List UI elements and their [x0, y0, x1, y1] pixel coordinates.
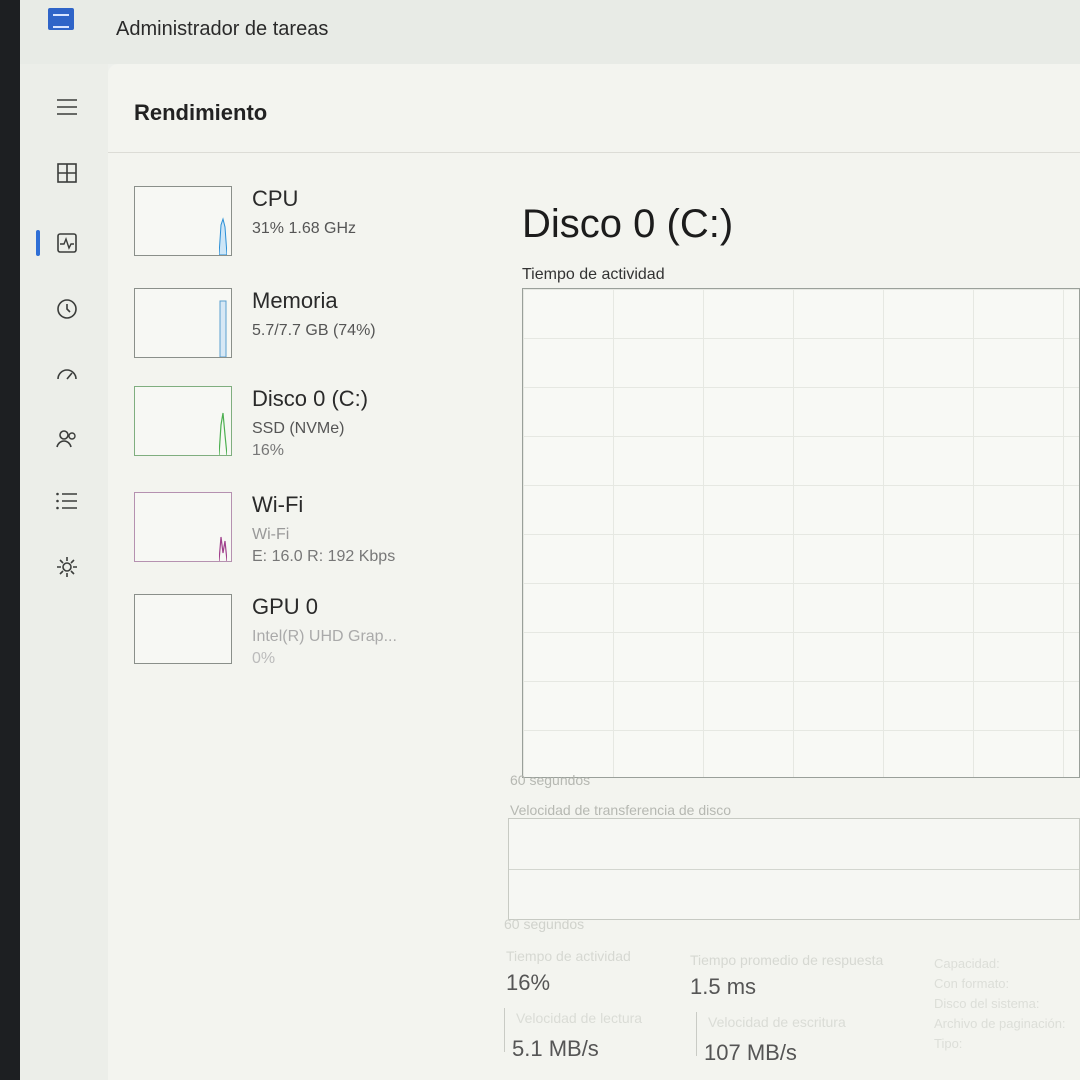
stat-separator: [504, 1008, 505, 1052]
activity-graph: [522, 288, 1080, 778]
stat-separator: [696, 1012, 697, 1056]
activity-graph-label: Tiempo de actividad: [522, 266, 665, 283]
page-title: Rendimiento: [134, 100, 268, 125]
wifi-label: Wi-Fi: [252, 492, 304, 517]
menu-icon[interactable]: [50, 90, 84, 124]
stat-active-time-label: Tiempo de actividad: [506, 948, 631, 964]
stat-read-speed-label: Velocidad de lectura: [516, 1010, 643, 1026]
detail-title: Disco 0 (C:): [522, 202, 734, 246]
gpu-model: Intel(R) UHD Grap...: [252, 628, 397, 645]
resource-disk[interactable]: Disco 0 (C:) SSD (NVMe) 16%: [134, 386, 464, 466]
processes-icon[interactable]: [50, 156, 84, 190]
active-nav-indicator: [36, 230, 40, 256]
resource-gpu[interactable]: GPU 0 Intel(R) UHD Grap... 0%: [134, 594, 464, 674]
wifi-sparkline: [219, 536, 227, 561]
info-capacity-label: Capacidad:: [934, 956, 1000, 971]
transfer-rate-graph: [508, 818, 1080, 920]
disk-info-panel: Capacidad: Con formato: Disco del sistem…: [934, 954, 1080, 1054]
details-icon[interactable]: [50, 484, 84, 518]
app-history-icon[interactable]: [50, 292, 84, 326]
startup-icon[interactable]: [50, 358, 84, 392]
memory-thumbnail-graph: [134, 288, 232, 358]
stat-write-speed-value: 107 MB/s: [704, 1040, 797, 1065]
cpu-thumbnail-graph: [134, 186, 232, 256]
transfer-graph-label: Velocidad de transferencia de disco: [510, 802, 732, 818]
disk-type: SSD (NVMe): [252, 420, 345, 437]
stat-response-time-label: Tiempo promedio de respuesta: [690, 952, 884, 968]
cpu-label: CPU: [252, 186, 299, 211]
info-system-disk-label: Disco del sistema:: [934, 996, 1040, 1011]
memory-usage: 5.7/7.7 GB (74%): [252, 322, 376, 339]
wifi-adapter: Wi-Fi: [252, 526, 290, 543]
gpu-thumbnail-graph: [134, 594, 232, 664]
disk-label: Disco 0 (C:): [252, 386, 369, 411]
disk-thumbnail-graph: [134, 386, 232, 456]
info-type-label: Tipo:: [934, 1036, 963, 1051]
window-title: Administrador de tareas: [116, 18, 329, 40]
wifi-thumbnail-graph: [134, 492, 232, 562]
resource-memory[interactable]: Memoria 5.7/7.7 GB (74%): [134, 288, 464, 368]
performance-page: Rendimiento CPU 31% 1.68 GHz Memoria 5.7…: [108, 64, 1080, 1080]
resource-cpu[interactable]: CPU 31% 1.68 GHz: [134, 186, 464, 266]
stat-read-speed-value: 5.1 MB/s: [512, 1036, 599, 1061]
transfer-time-span: 60 segundos: [504, 916, 585, 932]
disk-sparkline: [219, 412, 227, 455]
navigation-sidebar: [20, 64, 108, 1080]
stat-write-speed-label: Velocidad de escritura: [708, 1014, 846, 1030]
disk-usage: 16%: [252, 442, 285, 459]
users-icon[interactable]: [50, 422, 84, 456]
info-formatted-label: Con formato:: [934, 976, 1010, 991]
header-divider: [108, 152, 1080, 153]
stat-active-time-value: 16%: [506, 970, 551, 995]
services-icon[interactable]: [50, 550, 84, 584]
title-bar: Administrador de tareas: [20, 0, 1080, 64]
memory-label: Memoria: [252, 288, 338, 313]
activity-time-span: 60 segundos: [510, 772, 591, 788]
gpu-usage: 0%: [252, 650, 276, 667]
wifi-throughput: E: 16.0 R: 192 Kbps: [252, 548, 396, 565]
task-manager-logo-icon: [48, 8, 74, 30]
performance-icon[interactable]: [50, 226, 84, 260]
stat-response-time-value: 1.5 ms: [690, 974, 757, 999]
cpu-sparkline: [219, 217, 227, 255]
gpu-label: GPU 0: [252, 594, 319, 619]
task-manager-window: Administrador de tareas Rendimiento CPU …: [20, 0, 1080, 1080]
info-page-file-label: Archivo de paginación:: [934, 1016, 1066, 1031]
resource-wifi[interactable]: Wi-Fi Wi-Fi E: 16.0 R: 192 Kbps: [134, 492, 464, 572]
memory-sparkline: [219, 300, 227, 357]
cpu-usage: 31% 1.68 GHz: [252, 220, 357, 237]
